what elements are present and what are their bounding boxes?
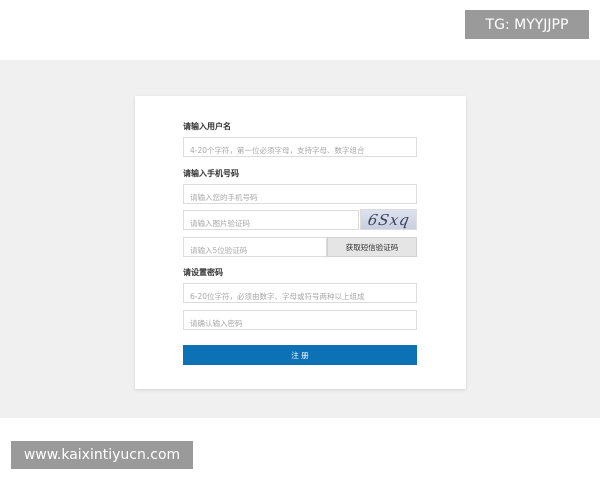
url-watermark: www.kaixintiyucn.com — [11, 441, 193, 469]
image-code-field[interactable] — [183, 210, 359, 233]
tg-watermark: TG: MYYJJPP — [465, 10, 589, 39]
password-field[interactable] — [183, 283, 417, 306]
password-label: 请设置密码 — [183, 268, 223, 277]
username-label: 请输入用户名 — [183, 122, 231, 131]
phone-label: 请输入手机号码 — [183, 169, 239, 178]
confirm-password-input[interactable] — [184, 314, 416, 333]
username-field[interactable] — [183, 137, 417, 160]
image-code-input[interactable] — [184, 214, 358, 233]
phone-field[interactable] — [183, 184, 417, 207]
register-button[interactable]: 注 册 — [183, 345, 417, 365]
get-sms-code-button[interactable]: 获取短信验证码 — [327, 237, 417, 257]
username-input[interactable] — [184, 141, 416, 160]
sms-code-input[interactable] — [184, 241, 326, 260]
phone-input[interactable] — [184, 188, 416, 207]
register-form-card: 请输入用户名 请输入手机号码 6Sxq 获取短信验证码 请设置密码 注 册 — [135, 96, 466, 389]
captcha-text: 6Sxq — [365, 210, 412, 229]
sms-code-field[interactable] — [183, 237, 327, 260]
confirm-password-field[interactable] — [183, 310, 417, 333]
password-input[interactable] — [184, 287, 416, 306]
captcha-image[interactable]: 6Sxq — [360, 209, 417, 230]
